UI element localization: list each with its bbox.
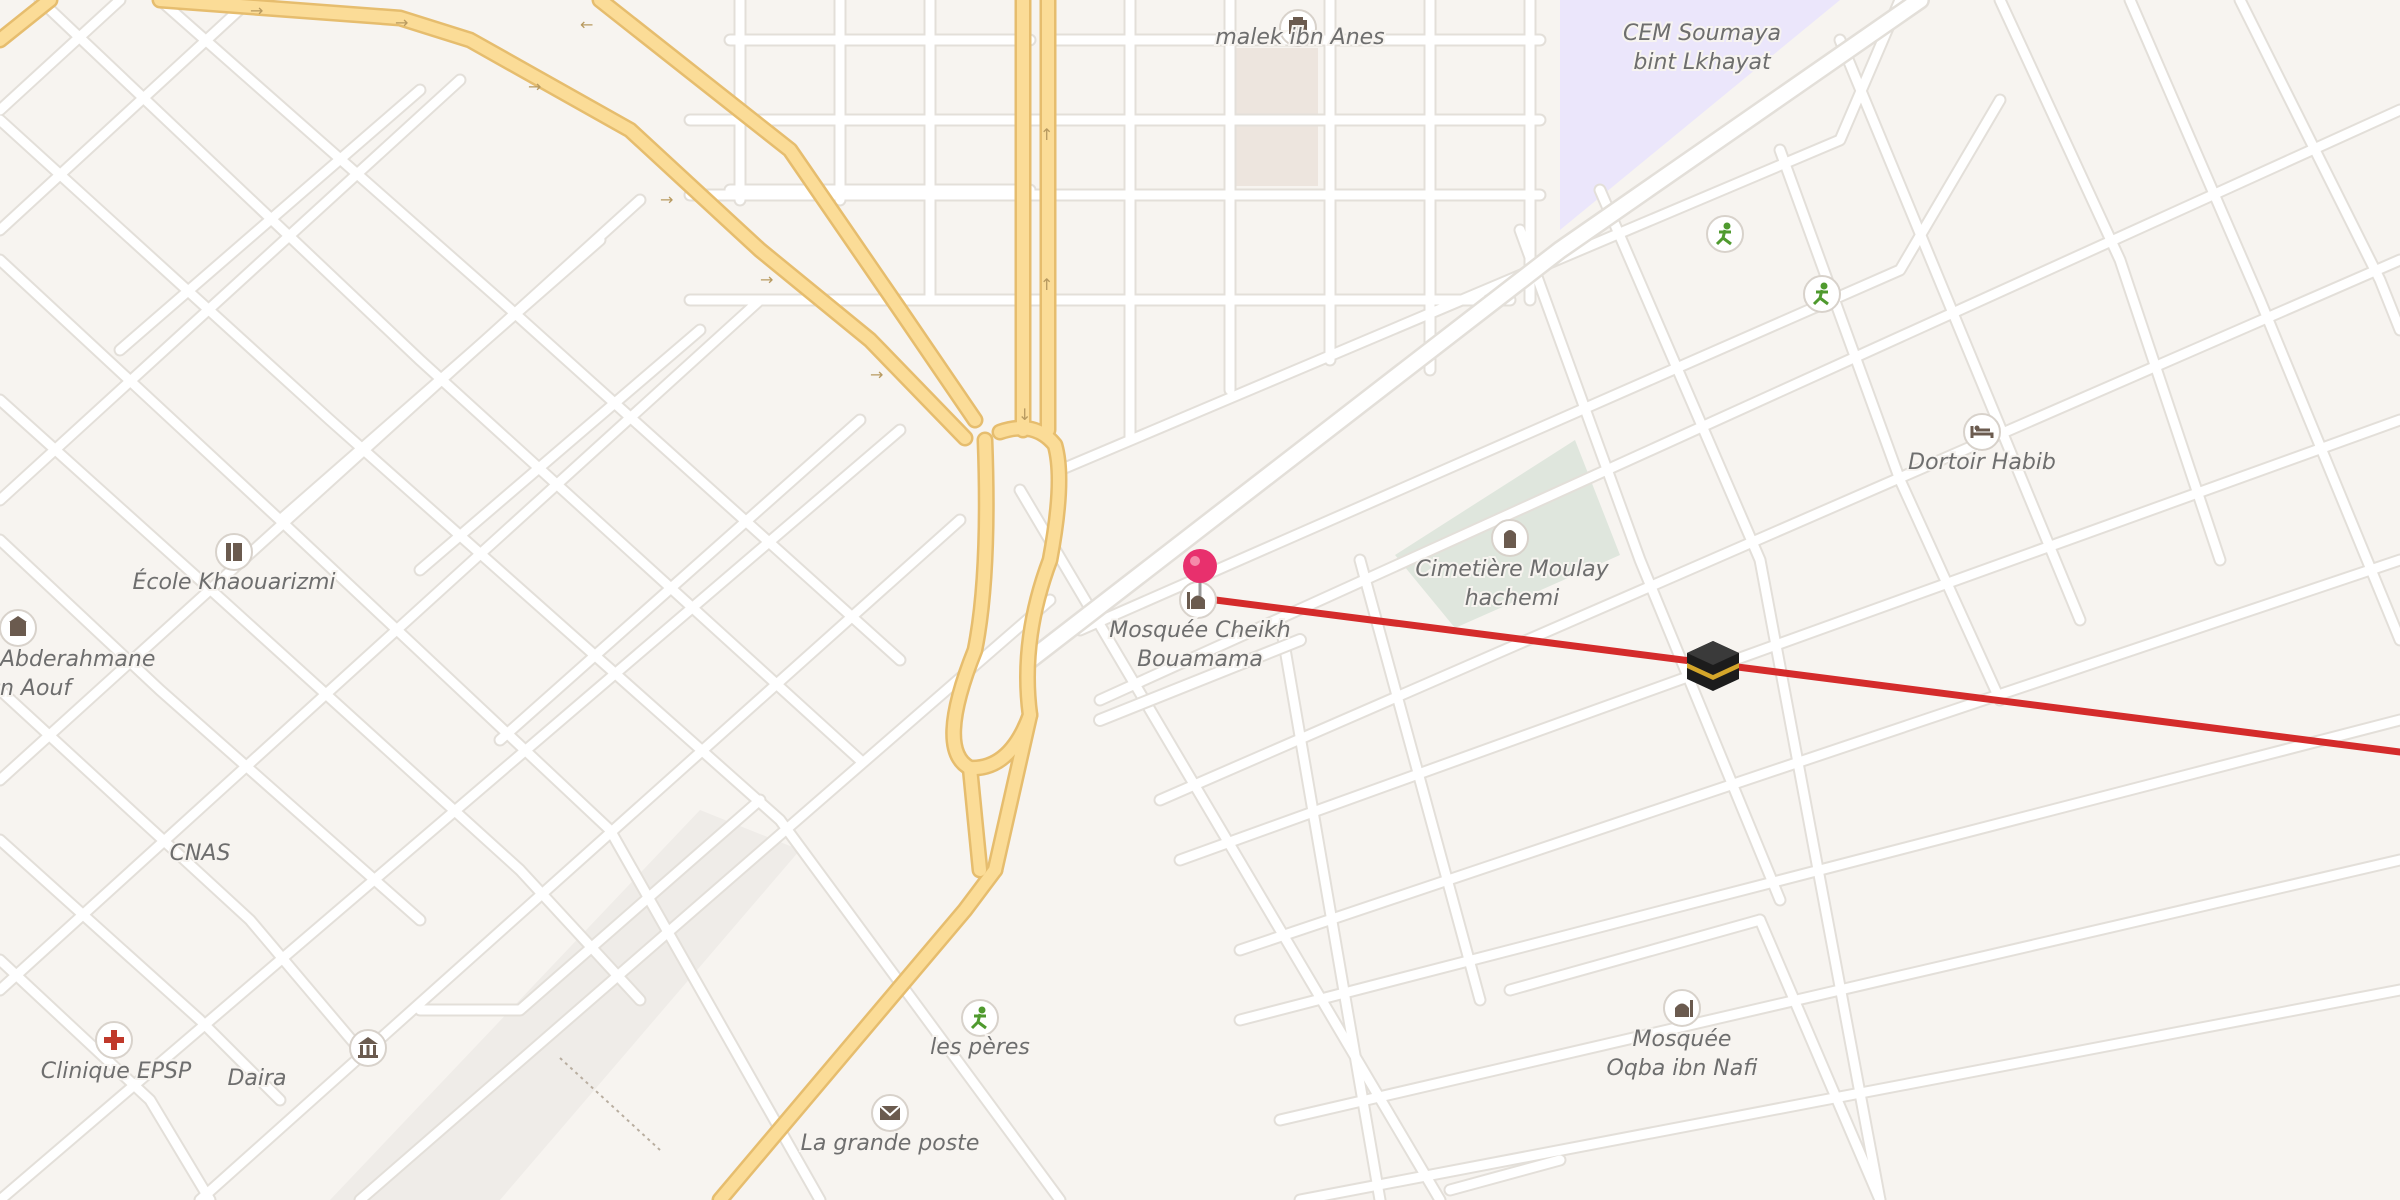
label-cem-soumaya-line2: bint Lkhayat (1633, 50, 1772, 75)
hotel-icon[interactable] (1963, 413, 2001, 451)
label-les-peres: les pères (930, 1035, 1030, 1060)
svg-text:→: → (870, 365, 883, 384)
label-abderahmane-line2: n Aouf (0, 676, 74, 701)
school-icon[interactable] (215, 533, 253, 571)
label-cemetery-line2: hachemi (1465, 586, 1560, 611)
svg-text:↓: ↓ (1018, 405, 1031, 424)
label-abderahmane-line1: Abderahmane (0, 647, 155, 672)
label-malek-ibn-anes: malek ibn Anes (1215, 25, 1384, 50)
label-mosque-oqba-line1: Mosquée (1633, 1027, 1732, 1052)
sports-icon[interactable] (961, 999, 999, 1037)
svg-text:→: → (528, 77, 541, 96)
cemetery-icon[interactable] (1491, 519, 1529, 557)
label-clinique-epsp: Clinique EPSP (41, 1059, 192, 1084)
label-cnas: CNAS (170, 841, 231, 866)
label-cem-soumaya-line1: CEM Soumaya (1623, 21, 1781, 46)
svg-text:→: → (760, 270, 773, 289)
label-mosque-cheikh-line2: Bouamama (1137, 647, 1263, 672)
sports-icon[interactable] (1706, 215, 1744, 253)
label-mosque-cheikh-line1: Mosquée Cheikh (1109, 618, 1291, 643)
label-daira: Daira (227, 1066, 286, 1091)
school-icon[interactable] (0, 609, 37, 647)
post-office-icon[interactable] (871, 1094, 909, 1132)
svg-text:←: ← (580, 15, 593, 34)
svg-text:→: → (250, 1, 263, 20)
svg-text:↑: ↑ (1040, 275, 1053, 294)
label-la-grande-poste: La grande poste (801, 1131, 980, 1156)
label-dortoir-habib: Dortoir Habib (1908, 450, 2056, 475)
government-icon[interactable] (349, 1029, 387, 1067)
svg-text:↑: ↑ (1040, 125, 1053, 144)
label-mosque-oqba-line2: Oqba ibn Nafi (1607, 1056, 1759, 1081)
label-ecole-khaouarizmi: École Khaouarizmi (132, 569, 335, 595)
hospital-icon[interactable] (95, 1021, 133, 1059)
svg-text:→: → (395, 13, 408, 32)
sports-icon[interactable] (1803, 275, 1841, 313)
mosque-icon[interactable] (1663, 989, 1701, 1027)
mosque-icon[interactable] (1179, 581, 1217, 619)
svg-text:→: → (660, 190, 673, 209)
map-canvas[interactable]: → → ← → → → → ↑ ↑ ↓ malek ibn Anes CEM Soumay… (0, 0, 2400, 1200)
label-cemetery-line1: Cimetière Moulay (1415, 557, 1609, 582)
